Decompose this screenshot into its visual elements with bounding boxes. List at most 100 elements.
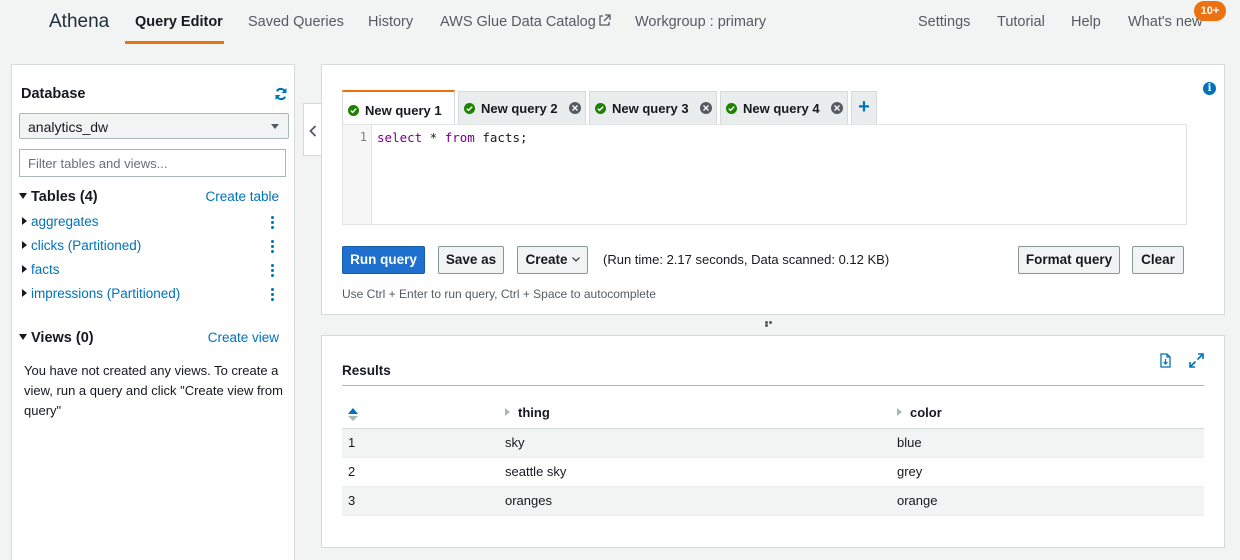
column-header-thing[interactable]: thing: [505, 398, 897, 429]
row-index: 2: [342, 457, 505, 487]
more-options-icon[interactable]: [271, 216, 275, 229]
query-tab-4[interactable]: New query 4: [720, 91, 848, 124]
column-header-color[interactable]: color: [897, 398, 1204, 429]
results-title: Results: [342, 363, 391, 378]
query-tab-label: New query 2: [481, 101, 558, 116]
tables-section-toggle[interactable]: Tables (4): [19, 189, 98, 205]
chevron-left-icon: [309, 125, 317, 137]
info-icon[interactable]: i: [1203, 82, 1216, 95]
cell-thing: oranges: [505, 486, 897, 516]
nav-glue-data-catalog[interactable]: AWS Glue Data Catalog: [440, 14, 611, 30]
row-index-header[interactable]: [342, 398, 505, 429]
create-table-link[interactable]: Create table: [205, 189, 279, 204]
whats-new-badge: 10+: [1194, 1, 1226, 21]
success-check-icon: [595, 103, 606, 114]
close-tab-icon[interactable]: [831, 102, 843, 114]
results-divider: [342, 385, 1204, 386]
nav-settings[interactable]: Settings: [918, 14, 970, 30]
cell-color: orange: [897, 486, 1204, 516]
more-options-icon[interactable]: [271, 240, 275, 253]
database-sidebar: Database analytics_dw Tables (4) Create …: [11, 64, 295, 560]
nav-whats-new[interactable]: What's new: [1128, 14, 1203, 30]
caret-right-icon: [22, 289, 27, 297]
caret-down-icon: [271, 124, 279, 129]
clear-button[interactable]: Clear: [1132, 246, 1184, 274]
run-query-button[interactable]: Run query: [342, 246, 425, 274]
views-empty-message: You have not created any views. To creat…: [24, 363, 283, 418]
database-select[interactable]: analytics_dw: [19, 113, 289, 139]
code-line: select * from facts;: [377, 130, 528, 145]
create-button-label: Create: [525, 252, 568, 267]
caret-right-icon: [22, 241, 27, 249]
views-heading: Views (0): [31, 330, 94, 346]
sql-text: *: [422, 130, 445, 145]
results-panel: Results thing color 1 sky blue 2 seattle…: [321, 335, 1225, 548]
sql-code-editor[interactable]: 1 select * from facts;: [342, 124, 1187, 225]
brand-logo[interactable]: Athena: [49, 11, 109, 33]
results-table: thing color 1 sky blue 2 seattle sky gre…: [342, 398, 1204, 516]
table-item[interactable]: impressions (Partitioned): [22, 286, 180, 301]
cell-thing: sky: [505, 428, 897, 458]
nav-history[interactable]: History: [368, 14, 413, 30]
more-options-icon[interactable]: [271, 288, 275, 301]
close-tab-icon[interactable]: [569, 102, 581, 114]
chevron-down-icon: [571, 257, 580, 262]
line-number: 1: [359, 130, 367, 144]
caret-down-icon: [19, 193, 27, 199]
run-stats: (Run time: 2.17 seconds, Data scanned: 0…: [603, 252, 890, 267]
query-tab-label: New query 1: [365, 103, 442, 118]
success-check-icon: [464, 103, 475, 114]
more-options-icon[interactable]: [271, 264, 275, 277]
refresh-icon[interactable]: [274, 87, 288, 101]
cell-color: blue: [897, 428, 1204, 458]
caret-right-icon: [22, 265, 27, 273]
nav-saved-queries[interactable]: Saved Queries: [248, 14, 344, 30]
close-tab-icon[interactable]: [700, 102, 712, 114]
nav-workgroup[interactable]: Workgroup : primary: [635, 14, 766, 30]
success-check-icon: [726, 103, 737, 114]
row-index: 1: [342, 428, 505, 458]
query-tab-label: New query 3: [612, 101, 689, 116]
line-gutter: 1: [343, 125, 372, 224]
tables-heading: Tables (4): [31, 189, 98, 205]
resize-handle[interactable]: [765, 321, 776, 327]
table-row: 2 seattle sky grey: [342, 457, 1204, 487]
nav-glue-label: AWS Glue Data Catalog: [440, 14, 596, 30]
create-dropdown-button[interactable]: Create: [517, 246, 588, 274]
create-view-link[interactable]: Create view: [208, 330, 279, 345]
query-editor-panel: i New query 1 New query 2 New query 3 Ne…: [321, 64, 1225, 315]
sql-keyword: select: [377, 130, 423, 145]
nav-query-editor[interactable]: Query Editor: [135, 14, 223, 30]
column-header-label: color: [910, 405, 942, 421]
nav-tutorial[interactable]: Tutorial: [997, 14, 1045, 30]
table-item-label: impressions (Partitioned): [31, 286, 181, 301]
database-heading: Database: [21, 86, 86, 102]
caret-down-icon: [19, 334, 27, 340]
table-header-row: thing color: [342, 398, 1204, 429]
cell-thing: seattle sky: [505, 457, 897, 487]
table-item-label: aggregates: [31, 214, 99, 229]
table-row: 3 oranges orange: [342, 486, 1204, 516]
add-query-tab-button[interactable]: +: [851, 91, 877, 124]
format-query-button[interactable]: Format query: [1018, 246, 1120, 274]
table-item[interactable]: facts: [22, 262, 60, 277]
collapse-sidebar-button[interactable]: [303, 103, 321, 156]
expand-icon[interactable]: [1189, 353, 1204, 368]
table-item[interactable]: aggregates: [22, 214, 99, 229]
sort-icon: [897, 408, 902, 417]
sql-text: facts;: [474, 130, 528, 145]
nav-help[interactable]: Help: [1071, 14, 1101, 30]
success-check-icon: [348, 105, 359, 116]
sort-icon: [505, 408, 510, 417]
save-as-button[interactable]: Save as: [438, 246, 504, 274]
query-tab-1[interactable]: New query 1: [342, 90, 455, 125]
table-item[interactable]: clicks (Partitioned): [22, 238, 141, 253]
query-tab-2[interactable]: New query 2: [458, 91, 586, 124]
filter-tables-input[interactable]: [19, 149, 286, 177]
cell-color: grey: [897, 457, 1204, 487]
download-csv-icon[interactable]: [1158, 353, 1173, 368]
table-item-label: clicks (Partitioned): [31, 238, 142, 253]
query-tab-3[interactable]: New query 3: [589, 91, 717, 124]
views-section-toggle[interactable]: Views (0): [19, 330, 94, 346]
active-tab-underline: [125, 41, 224, 44]
